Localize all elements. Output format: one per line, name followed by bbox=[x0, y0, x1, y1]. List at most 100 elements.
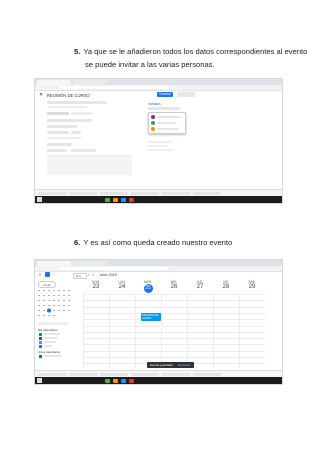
step-text: Y es así como queda creado nuestro event… bbox=[83, 238, 233, 247]
windows-start-icon[interactable] bbox=[37, 197, 42, 202]
calendar-checkbox[interactable] bbox=[39, 337, 42, 340]
busy-select[interactable] bbox=[47, 149, 67, 152]
download-item[interactable] bbox=[38, 191, 66, 195]
event-title[interactable]: REUNIÓN DE CURSO bbox=[47, 93, 90, 98]
close-icon[interactable]: ✕ bbox=[39, 93, 43, 98]
app-icon[interactable] bbox=[113, 378, 118, 383]
hour-gridline bbox=[83, 300, 265, 302]
suggestion-item[interactable] bbox=[157, 128, 179, 130]
guest-suggestions-dropdown bbox=[148, 112, 186, 134]
save-button[interactable]: Guardar bbox=[157, 92, 173, 97]
more-actions-button[interactable] bbox=[177, 92, 195, 97]
event-title: REUNIÓN DE CURSO bbox=[142, 313, 159, 320]
app-icon[interactable] bbox=[129, 197, 134, 202]
add-guests-input[interactable] bbox=[148, 107, 180, 110]
description-toolbar[interactable] bbox=[47, 155, 132, 158]
day-number[interactable]: 29 bbox=[242, 284, 262, 290]
url-field[interactable] bbox=[59, 86, 169, 89]
color-select[interactable] bbox=[47, 143, 72, 146]
mini-month-calendar[interactable] bbox=[38, 290, 72, 320]
calendar-name bbox=[44, 355, 62, 357]
app-icon[interactable] bbox=[113, 197, 118, 202]
calendar-logo-icon bbox=[45, 272, 50, 277]
app-icon[interactable] bbox=[129, 378, 134, 383]
description-textarea[interactable] bbox=[47, 159, 132, 175]
all-day-row[interactable] bbox=[47, 106, 87, 108]
calendar-name bbox=[44, 345, 52, 347]
hour-gridline bbox=[83, 357, 265, 358]
download-item[interactable] bbox=[38, 372, 66, 376]
avatar bbox=[151, 115, 155, 119]
download-item[interactable] bbox=[162, 191, 190, 195]
app-icon[interactable] bbox=[105, 197, 110, 202]
step-6-caption: 6. Y es así como queda creado nuestro eve… bbox=[74, 236, 232, 249]
day-number[interactable]: 28 bbox=[216, 284, 236, 290]
avatar bbox=[151, 121, 155, 125]
day-number[interactable]: 26 bbox=[164, 284, 184, 290]
download-item[interactable] bbox=[193, 372, 221, 376]
today-day-number[interactable]: 25 bbox=[143, 284, 153, 293]
details-tab[interactable] bbox=[47, 112, 69, 115]
hour-gridline bbox=[83, 350, 265, 352]
step-number: 6. bbox=[74, 238, 81, 247]
calendar-name bbox=[44, 341, 56, 343]
day-number[interactable]: 23 bbox=[86, 284, 106, 290]
download-item[interactable] bbox=[100, 191, 128, 195]
date-row[interactable] bbox=[47, 101, 107, 104]
suggestion-item[interactable] bbox=[157, 116, 181, 118]
download-item[interactable] bbox=[162, 372, 190, 376]
month-label: Junio 2019 bbox=[99, 273, 117, 277]
suggestion-item[interactable] bbox=[157, 122, 177, 124]
hour-gridline bbox=[83, 306, 265, 308]
calendar-checkbox[interactable] bbox=[39, 341, 42, 344]
download-item[interactable] bbox=[193, 191, 221, 195]
prev-week-icon[interactable]: ‹ bbox=[88, 272, 89, 277]
screenshot-event-edit: ✕ REUNIÓN DE CURSO Guardar Invitados bbox=[34, 78, 283, 204]
day-number[interactable]: 27 bbox=[190, 284, 210, 290]
calendar-checkbox[interactable] bbox=[39, 345, 42, 348]
downloads-bar bbox=[35, 189, 282, 196]
calendar-checkbox[interactable] bbox=[39, 333, 42, 336]
download-item[interactable] bbox=[100, 372, 128, 376]
menu-icon[interactable]: ≡ bbox=[39, 272, 41, 277]
url-field[interactable] bbox=[59, 267, 169, 270]
download-item[interactable] bbox=[131, 191, 159, 195]
add-location-field[interactable] bbox=[47, 119, 92, 122]
download-item[interactable] bbox=[69, 191, 97, 195]
find-time-tab[interactable] bbox=[71, 112, 93, 115]
day-number[interactable]: 24 bbox=[112, 284, 132, 290]
calendar-name bbox=[44, 337, 58, 339]
step-5-caption: 5. Ya que se le añadieron todos los datos… bbox=[74, 45, 307, 71]
undo-link[interactable]: Deshacer bbox=[178, 363, 191, 367]
calendar-name bbox=[44, 333, 60, 335]
add-notification-link[interactable] bbox=[47, 137, 82, 139]
download-item[interactable] bbox=[131, 372, 159, 376]
visibility-select[interactable] bbox=[71, 149, 96, 152]
address-bar bbox=[35, 266, 282, 272]
today-button[interactable]: Hoy bbox=[73, 273, 87, 279]
guest-permission[interactable] bbox=[148, 145, 168, 147]
guests-heading: Invitados bbox=[148, 102, 161, 106]
hour-gridline bbox=[83, 319, 265, 321]
calendar-checkbox[interactable] bbox=[39, 355, 42, 358]
my-calendars-label: Mis calendarios bbox=[38, 328, 58, 332]
notification-select[interactable] bbox=[47, 131, 69, 134]
next-week-icon[interactable]: › bbox=[93, 272, 94, 277]
app-icon[interactable] bbox=[121, 197, 126, 202]
guest-permission[interactable] bbox=[148, 149, 174, 151]
download-item[interactable] bbox=[69, 372, 97, 376]
app-icon[interactable] bbox=[105, 378, 110, 383]
address-bar bbox=[35, 85, 282, 91]
search-people-field[interactable] bbox=[38, 322, 68, 325]
hour-gridline bbox=[83, 294, 265, 295]
add-conference-field[interactable] bbox=[47, 125, 77, 128]
windows-start-icon[interactable] bbox=[37, 378, 42, 383]
app-icon[interactable] bbox=[121, 378, 126, 383]
guest-permission[interactable] bbox=[148, 141, 172, 143]
create-button[interactable]: Crear bbox=[38, 281, 56, 288]
calendar-event[interactable]: REUNIÓN DE CURSO bbox=[141, 313, 161, 321]
snackbar: Evento guardado Deshacer bbox=[147, 362, 194, 368]
hour-gridline bbox=[83, 331, 265, 333]
windows-taskbar bbox=[35, 377, 282, 384]
notification-value[interactable] bbox=[71, 131, 81, 134]
